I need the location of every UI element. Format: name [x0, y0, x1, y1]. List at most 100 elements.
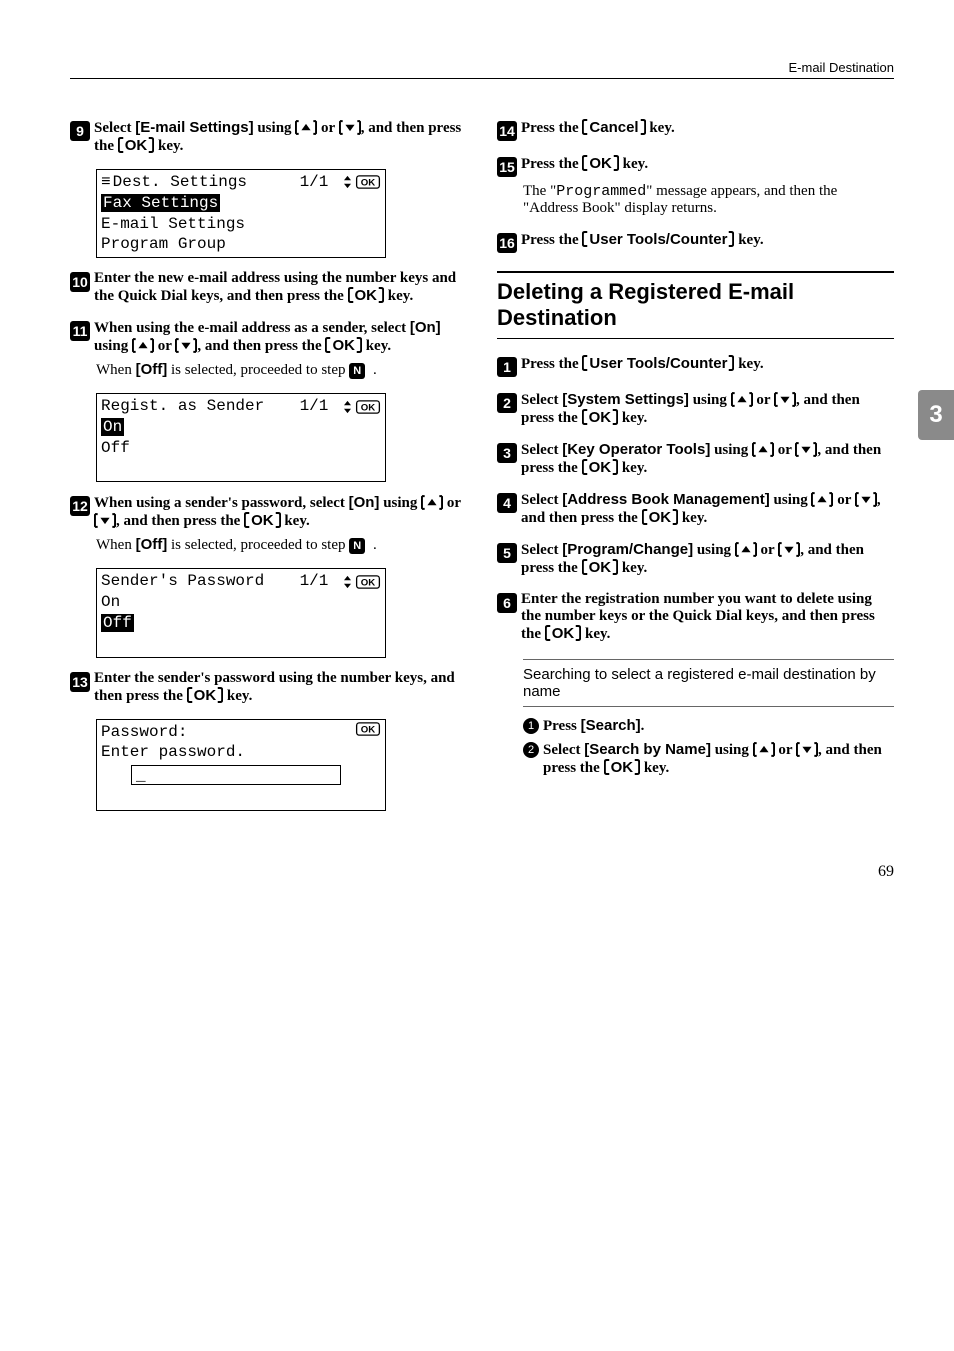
t: using [770, 492, 812, 508]
key-label: OK [611, 759, 634, 776]
t: key. [362, 338, 391, 354]
step-text: Select [System Settings] using or , and … [521, 391, 894, 427]
option-label: [On] [349, 494, 380, 511]
tty-text: Programmed [556, 183, 646, 200]
t: key. [678, 510, 707, 526]
t: key. [640, 760, 669, 776]
sub-step: 2 Select [Search by Name] using or , and… [523, 741, 894, 777]
page-header: E-mail Destination [70, 60, 894, 79]
step-text: Select [Program/Change] using or , and t… [521, 541, 894, 577]
step-number: 10 [70, 272, 90, 292]
lb-icon [582, 459, 589, 475]
down-key-icon [778, 542, 800, 557]
key-label: OK [552, 625, 575, 642]
updown-icon [342, 175, 353, 189]
t: Select [94, 120, 135, 136]
t: Select [521, 542, 562, 558]
rb-icon [274, 512, 281, 528]
lb-icon [348, 287, 355, 303]
t: key. [734, 356, 763, 372]
lb-icon [545, 625, 552, 641]
t: or [757, 542, 778, 558]
step-text: Press the User Tools/Counter key. [521, 231, 894, 249]
t: key. [646, 120, 675, 136]
t: key. [281, 513, 310, 529]
step-number: 1 [497, 357, 517, 377]
step-text: When using the e-mail address as a sende… [94, 319, 467, 355]
right-column: 14 Press the Cancel key. 15 Press the OK… [497, 119, 894, 823]
step-number: 5 [497, 543, 517, 563]
ok-box-icon [355, 400, 381, 414]
step-description: The "Programmed" message appears, and th… [523, 183, 894, 217]
step-text: Enter the new e-mail address using the n… [94, 270, 467, 305]
t: When [96, 362, 136, 378]
chapter-tab: 3 [918, 390, 954, 440]
down-key-icon [339, 120, 361, 135]
option-label: [Search] [581, 717, 641, 734]
t: Select [521, 492, 562, 508]
up-key-icon [731, 392, 753, 407]
step-number: 4 [497, 493, 517, 513]
t: or [753, 392, 774, 408]
option-label: [Program/Change] [562, 541, 693, 558]
rb-icon [639, 119, 646, 135]
key-label: OK [589, 409, 612, 426]
t: Press the [521, 356, 582, 372]
step-text: Select [Address Book Management] using o… [521, 491, 894, 527]
t: Press the [521, 232, 582, 248]
t: When using the e-mail address as a sende… [94, 320, 410, 336]
down-key-icon [175, 338, 197, 353]
t: is selected, proceeded to step [167, 537, 349, 553]
t: key. [618, 560, 647, 576]
t: using [711, 742, 753, 758]
t: using [710, 442, 752, 458]
ok-box-icon [355, 175, 381, 189]
lcd-title: Regist. as Sender [101, 396, 264, 417]
up-key-icon [421, 495, 443, 510]
t: using [379, 495, 421, 511]
lcd-row-selected: On [101, 418, 124, 436]
step-ref-icon: N [349, 538, 365, 554]
t: using [689, 392, 731, 408]
up-key-icon [752, 442, 774, 457]
rb-icon [377, 287, 384, 303]
option-label: [Off] [136, 361, 168, 378]
t: . [641, 718, 645, 734]
lcd-page: 1/1 [300, 172, 329, 193]
step-ref-icon: N [349, 363, 365, 379]
key-label: OK [355, 287, 378, 304]
lcd-row-selected: Fax Settings [101, 194, 220, 212]
step-number: 13 [70, 672, 90, 692]
step-text: Select [Key Operator Tools] using or , a… [521, 441, 894, 477]
lcd-title: Sender's Password [101, 571, 264, 592]
lcd-screen: Password: Enter password. _ [96, 719, 386, 811]
step-number: 9 [70, 121, 90, 141]
t: key. [618, 460, 647, 476]
option-label: [Off] [136, 536, 168, 553]
t: using [254, 120, 296, 136]
option-label: [Address Book Management] [562, 491, 770, 508]
down-key-icon [796, 742, 818, 757]
step-number: 6 [497, 593, 517, 613]
page-number: 69 [70, 863, 894, 881]
option-label: [Search by Name] [584, 741, 711, 758]
t: or [317, 120, 338, 136]
t: Press the [521, 156, 582, 172]
t: or [775, 742, 796, 758]
updown-icon [342, 575, 353, 589]
lcd-row: Program Group [101, 234, 381, 255]
lb-icon [582, 559, 589, 575]
t: Select [543, 742, 584, 758]
option-label: [System Settings] [562, 391, 689, 408]
up-key-icon [735, 542, 757, 557]
key-label: OK [332, 337, 355, 354]
lcd-row-selected: Off [101, 614, 134, 632]
lb-icon [604, 759, 611, 775]
t: or [833, 492, 854, 508]
step-text: When using a sender's password, select [… [94, 494, 467, 530]
t: key. [154, 138, 183, 154]
t: . [369, 362, 377, 378]
t: key. [581, 626, 610, 642]
sub-step-text: Select [Search by Name] using or , and t… [543, 741, 894, 777]
lcd-input-box: _ [131, 765, 341, 785]
